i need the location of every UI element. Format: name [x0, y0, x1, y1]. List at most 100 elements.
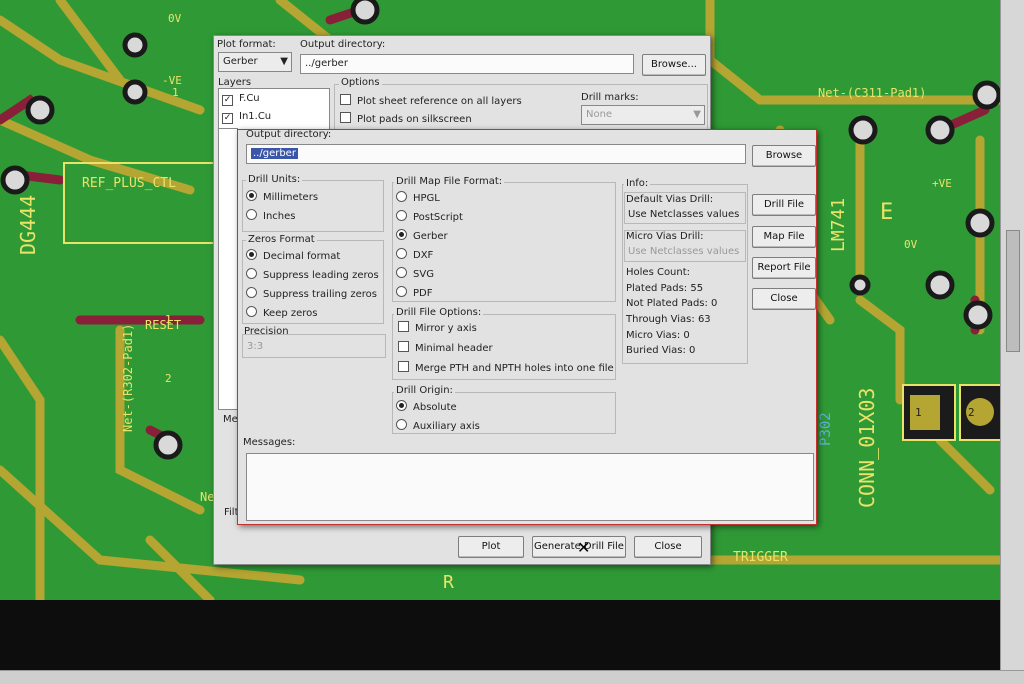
- map-postscript-label: PostScript: [413, 212, 463, 223]
- mirror-y-label: Mirror y axis: [415, 323, 477, 334]
- pcb-label-pos-ve: +VE: [932, 177, 952, 190]
- mouse-cursor-icon: ✕: [577, 538, 591, 557]
- plated-pads-text: Plated Pads: 55: [626, 283, 704, 294]
- scrollbar-thumb[interactable]: [1006, 230, 1020, 352]
- pcb-label-pin1: 1: [172, 86, 179, 99]
- minimal-header-checkbox[interactable]: Minimal header: [398, 341, 493, 354]
- plot-pads-silk-label: Plot pads on silkscreen: [357, 114, 472, 125]
- pcb-label-net-r302: Net-(R302-Pad1): [121, 323, 135, 432]
- units-inches-radio[interactable]: Inches: [246, 209, 296, 222]
- origin-absolute-radio[interactable]: Absolute: [396, 400, 457, 413]
- drill-dialog: Output directory: ../gerber Browse Drill…: [237, 129, 817, 525]
- checkbox-unchecked-icon: [398, 341, 409, 352]
- plot-output-dir-input[interactable]: ../gerber: [300, 54, 634, 74]
- units-inches-label: Inches: [263, 211, 296, 222]
- pcb-label-dg444: DG444: [16, 194, 40, 255]
- plot-messages-partial-label: Me: [223, 414, 238, 425]
- zeros-suppress-trailing-radio[interactable]: Suppress trailing zeros: [246, 287, 377, 300]
- radio-unselected-icon: [396, 267, 407, 278]
- pcb-label-2: 2: [165, 372, 172, 385]
- messages-textarea[interactable]: [246, 453, 814, 521]
- default-vias-value: Use Netclasses values: [628, 209, 740, 220]
- pcb-label-net-c311: Net-(C311-Pad1): [818, 86, 927, 100]
- zeros-suppress-leading-radio[interactable]: Suppress leading zeros: [246, 268, 379, 281]
- micro-vias-label: Micro Vias Drill:: [626, 231, 704, 242]
- radio-selected-icon: [396, 229, 407, 240]
- horizontal-scrollbar[interactable]: [0, 670, 1024, 684]
- checkbox-unchecked-icon: [340, 112, 351, 123]
- map-gerber-label: Gerber: [413, 231, 448, 242]
- drill-output-dir-value: ../gerber: [251, 148, 298, 159]
- plot-button[interactable]: Plot: [458, 536, 524, 558]
- radio-unselected-icon: [246, 287, 257, 298]
- drill-file-button[interactable]: Drill File: [752, 194, 816, 216]
- options-label: Options: [339, 77, 382, 88]
- plot-browse-button[interactable]: Browse...: [642, 54, 706, 76]
- drill-output-dir-label: Output directory:: [246, 129, 332, 140]
- drill-units-group: [242, 180, 384, 232]
- not-plated-pads-text: Not Plated Pads: 0: [626, 298, 718, 309]
- pcb-label-p302: P302: [818, 412, 834, 446]
- pcb-label-trigger: TRIGGER: [733, 550, 788, 565]
- buried-vias-text: Buried Vias: 0: [626, 345, 696, 356]
- zeros-keep-radio[interactable]: Keep zeros: [246, 306, 318, 319]
- checkbox-checked-icon: ✓: [222, 113, 233, 124]
- layer-fcu-checkbox[interactable]: ✓ F.Cu: [222, 93, 260, 106]
- pcb-label-e: E: [880, 200, 894, 225]
- report-file-button[interactable]: Report File: [752, 257, 816, 279]
- checkbox-unchecked-icon: [340, 94, 351, 105]
- radio-unselected-icon: [396, 248, 407, 259]
- checkbox-unchecked-icon: [398, 361, 409, 372]
- mirror-y-checkbox[interactable]: Mirror y axis: [398, 321, 477, 334]
- map-file-button[interactable]: Map File: [752, 226, 816, 248]
- map-svg-label: SVG: [413, 269, 434, 280]
- pcb-label-conn-01x03: CONN_01X03: [855, 387, 879, 508]
- plot-format-value: Gerber: [223, 56, 258, 67]
- map-hpgl-radio[interactable]: HPGL: [396, 191, 440, 204]
- holes-count-label: Holes Count:: [626, 267, 691, 278]
- plot-pads-silk-checkbox[interactable]: Plot pads on silkscreen: [340, 112, 472, 125]
- map-postscript-radio[interactable]: PostScript: [396, 210, 463, 223]
- zeros-decimal-radio[interactable]: Decimal format: [246, 249, 340, 262]
- merge-holes-checkbox[interactable]: Merge PTH and NPTH holes into one file: [398, 361, 614, 374]
- drill-browse-button[interactable]: Browse: [752, 145, 816, 167]
- drill-marks-select[interactable]: None ▼: [581, 105, 705, 125]
- radio-selected-icon: [246, 249, 257, 260]
- layer-in1cu-checkbox[interactable]: ✓ In1.Cu: [222, 111, 271, 124]
- radio-unselected-icon: [396, 191, 407, 202]
- info-label: Info:: [624, 178, 651, 189]
- chevron-down-icon: ▼: [693, 109, 701, 120]
- drill-close-button[interactable]: Close: [752, 288, 816, 310]
- drill-output-dir-input[interactable]: ../gerber: [246, 144, 746, 164]
- units-millimeters-radio[interactable]: Millimeters: [246, 190, 318, 203]
- checkbox-unchecked-icon: [398, 321, 409, 332]
- micro-vias-value: Use Netclasses values: [628, 246, 740, 257]
- radio-unselected-icon: [396, 419, 407, 430]
- map-svg-radio[interactable]: SVG: [396, 267, 434, 280]
- drill-units-label: Drill Units:: [246, 174, 303, 185]
- map-dxf-label: DXF: [413, 250, 434, 261]
- pcb-label-pad1: 1: [915, 406, 922, 419]
- zeros-decimal-label: Decimal format: [263, 251, 341, 262]
- plot-format-select[interactable]: Gerber ▼: [218, 52, 292, 72]
- zeros-suppress-trailing-label: Suppress trailing zeros: [263, 289, 378, 300]
- radio-unselected-icon: [246, 268, 257, 279]
- drill-file-options-label: Drill File Options:: [394, 307, 484, 318]
- plot-close-button[interactable]: Close: [634, 536, 702, 558]
- drill-origin-label: Drill Origin:: [394, 385, 455, 396]
- origin-auxiliary-radio[interactable]: Auxiliary axis: [396, 419, 480, 432]
- zeros-suppress-leading-label: Suppress leading zeros: [263, 270, 379, 281]
- pcb-label-0v-right: 0V: [904, 238, 918, 251]
- layer-fcu-label: F.Cu: [239, 93, 260, 104]
- drill-marks-value: None: [586, 109, 613, 120]
- chevron-down-icon: ▼: [280, 56, 288, 67]
- pcb-label-ref-plus-ctl: REF_PLUS_CTL: [82, 176, 176, 191]
- plot-sheet-ref-checkbox[interactable]: Plot sheet reference on all layers: [340, 94, 522, 107]
- radio-unselected-icon: [396, 286, 407, 297]
- screen-bezel: [0, 600, 1000, 670]
- map-pdf-radio[interactable]: PDF: [396, 286, 432, 299]
- radio-unselected-icon: [246, 209, 257, 220]
- layers-list-continued[interactable]: [218, 128, 238, 410]
- map-dxf-radio[interactable]: DXF: [396, 248, 433, 261]
- map-gerber-radio[interactable]: Gerber: [396, 229, 448, 242]
